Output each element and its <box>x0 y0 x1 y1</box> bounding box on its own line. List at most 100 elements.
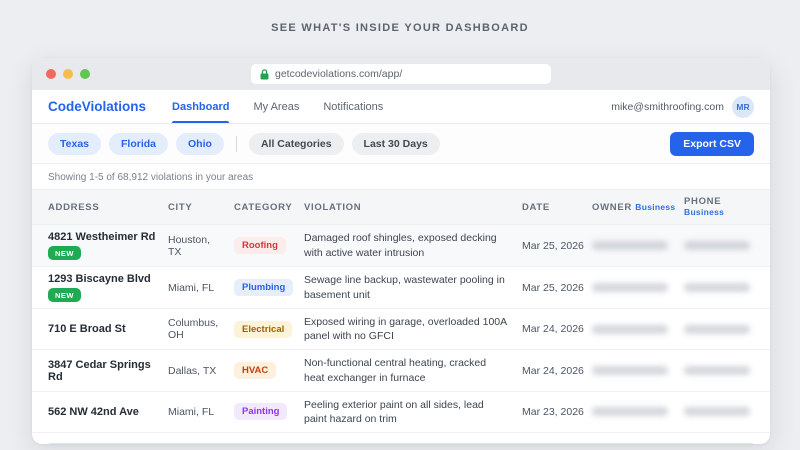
owner-redacted-blur <box>592 407 668 417</box>
owner-redacted-blur <box>592 283 668 292</box>
row-date: Mar 25, 2026 <box>522 239 584 252</box>
category-cell: HVAC <box>234 356 304 385</box>
address-cell: 3847 Cedar Springs Rd <box>48 353 168 389</box>
category-badge: Painting <box>234 403 288 421</box>
row-city: Dallas, TX <box>168 364 217 377</box>
row-date: Mar 25, 2026 <box>522 281 584 294</box>
filter-chip-categories[interactable]: All Categories <box>248 132 344 155</box>
owner-business-tag: Business <box>635 201 676 212</box>
table-row[interactable]: 562 NW 42nd Ave Miami, FL Painting Peeli… <box>32 391 770 434</box>
close-window-icon[interactable] <box>46 69 56 79</box>
category-cell: Painting <box>234 397 304 426</box>
filter-divider <box>235 135 237 152</box>
filter-chip-florida[interactable]: Florida <box>109 132 169 155</box>
row-address: 4821 Westheimer Rd <box>48 231 156 243</box>
category-badge: HVAC <box>234 362 277 380</box>
category-badge: Electrical <box>234 320 293 338</box>
row-address: 1293 Biscayne Blvd <box>48 273 151 285</box>
phone-redacted-blur <box>684 366 750 376</box>
new-badge: NEW <box>48 288 81 302</box>
brand-logo[interactable]: CodeViolations <box>48 99 146 114</box>
col-header-phone: Phone Business <box>684 190 754 224</box>
category-cell: Electrical <box>234 315 304 344</box>
row-date: Mar 23, 2026 <box>522 405 584 418</box>
category-cell: Roofing <box>234 231 304 260</box>
col-header-date: Date <box>522 201 550 213</box>
owner-redacted-blur <box>592 366 668 376</box>
minimize-window-icon[interactable] <box>63 69 73 79</box>
category-cell: Plumbing <box>234 273 304 302</box>
url-bar[interactable]: getcodeviolations.com/app/ <box>251 64 551 84</box>
col-header-category: Category <box>234 201 293 213</box>
avatar[interactable]: MR <box>732 95 754 118</box>
page-headline: SEE WHAT'S INSIDE YOUR DASHBOARD <box>271 22 529 34</box>
table-header-row: Address City Category Violation Date Own… <box>32 189 770 225</box>
new-badge: NEW <box>48 246 81 260</box>
filter-chip-ohio[interactable]: Ohio <box>176 132 224 155</box>
table-body: 4821 Westheimer Rd NEW Houston, TX Roofi… <box>32 225 770 434</box>
owner-redacted-blur <box>592 324 668 334</box>
url-text: getcodeviolations.com/app/ <box>275 68 403 80</box>
filter-bar: Texas Florida Ohio All Categories Last 3… <box>32 124 770 164</box>
phone-redacted-blur <box>684 283 750 292</box>
filter-chip-texas[interactable]: Texas <box>48 132 101 155</box>
phone-redacted-blur <box>684 241 750 250</box>
tab-notifications[interactable]: Notifications <box>323 90 383 123</box>
filter-chip-date-range[interactable]: Last 30 Days <box>351 132 440 155</box>
row-violation: Damaged roof shingles, exposed decking w… <box>304 232 497 259</box>
tab-dashboard[interactable]: Dashboard <box>172 90 230 123</box>
phone-cell <box>684 277 754 298</box>
row-address: 3847 Cedar Springs Rd <box>48 358 151 383</box>
col-header-violation: Violation <box>304 201 362 213</box>
owner-cell <box>592 235 684 256</box>
phone-redacted-blur <box>684 407 750 417</box>
category-badge: Plumbing <box>234 279 294 296</box>
table-row[interactable]: 4821 Westheimer Rd NEW Houston, TX Roofi… <box>32 225 770 267</box>
nav-tabs: Dashboard My Areas Notifications <box>172 90 383 123</box>
table-row[interactable]: 710 E Broad St Columbus, OH Electrical E… <box>32 309 770 351</box>
results-summary: Showing 1-5 of 68,912 violations in your… <box>32 164 770 189</box>
maximize-window-icon[interactable] <box>80 69 90 79</box>
row-violation: Peeling exterior paint on all sides, lea… <box>304 398 484 425</box>
row-violation: Sewage line backup, wastewater pooling i… <box>304 274 505 301</box>
col-header-owner: Owner Business <box>592 196 684 219</box>
phone-header-label: Phone <box>684 196 722 207</box>
traffic-lights <box>46 69 90 79</box>
browser-chrome: getcodeviolations.com/app/ <box>32 58 770 90</box>
user-email: mike@smithroofing.com <box>611 100 724 113</box>
nav-account-area: mike@smithroofing.com MR <box>611 95 754 118</box>
row-violation: Exposed wiring in garage, overloaded 100… <box>304 316 507 343</box>
row-address: 710 E Broad St <box>48 323 126 336</box>
category-badge: Roofing <box>234 237 286 254</box>
col-header-city: City <box>168 201 193 213</box>
phone-cell <box>684 360 754 381</box>
row-city: Miami, FL <box>168 405 215 418</box>
row-date: Mar 24, 2026 <box>522 323 584 336</box>
address-cell: 710 E Broad St <box>48 317 168 341</box>
address-cell: 1293 Biscayne Blvd NEW <box>48 267 168 308</box>
row-date: Mar 24, 2026 <box>522 364 584 377</box>
row-city: Columbus, OH <box>168 317 219 342</box>
owner-redacted-blur <box>592 241 668 250</box>
phone-cell <box>684 401 754 422</box>
row-city: Miami, FL <box>168 281 215 294</box>
address-cell: 4821 Westheimer Rd NEW <box>48 225 168 266</box>
lock-icon <box>260 68 269 79</box>
app-nav: CodeViolations Dashboard My Areas Notifi… <box>32 90 770 124</box>
owner-header-label: Owner <box>592 201 632 213</box>
phone-redacted-blur <box>684 324 750 334</box>
export-csv-button[interactable]: Export CSV <box>670 131 754 156</box>
col-header-address: Address <box>48 201 100 213</box>
upgrade-banner: Want owner names & phone numbers? Upgrad… <box>44 443 758 444</box>
browser-window: getcodeviolations.com/app/ CodeViolation… <box>32 58 770 444</box>
address-cell: 562 NW 42nd Ave <box>48 400 168 424</box>
row-violation: Non-functional central heating, cracked … <box>304 357 487 384</box>
table-row[interactable]: 3847 Cedar Springs Rd Dallas, TX HVAC No… <box>32 350 770 392</box>
phone-business-tag: Business <box>684 207 725 217</box>
owner-cell <box>592 319 684 340</box>
tab-my-areas[interactable]: My Areas <box>253 90 299 123</box>
phone-cell <box>684 235 754 256</box>
table-row[interactable]: 1293 Biscayne Blvd NEW Miami, FL Plumbin… <box>32 267 770 309</box>
owner-cell <box>592 360 684 381</box>
row-city: Houston, TX <box>168 233 211 258</box>
